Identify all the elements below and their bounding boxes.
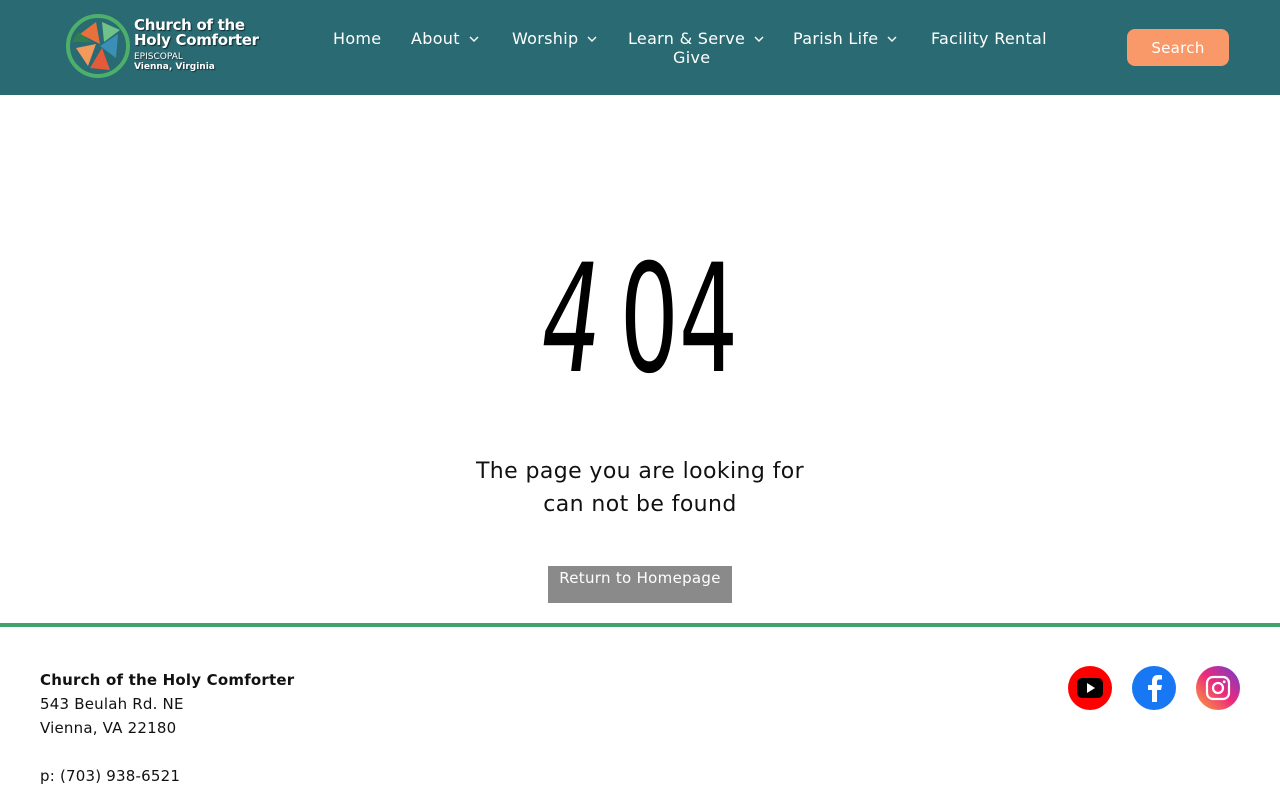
error-code-digits: 04 bbox=[619, 233, 739, 407]
facebook-icon bbox=[1148, 675, 1162, 702]
nav-facility-rental[interactable]: Facility Rental bbox=[931, 29, 1047, 48]
nav-parish-life[interactable]: Parish Life bbox=[793, 29, 898, 48]
nav-worship-label: Worship bbox=[512, 29, 579, 48]
chevron-down-icon bbox=[587, 36, 597, 42]
footer-address-line2: Vienna, VA 22180 bbox=[40, 719, 177, 737]
site-header: Church of the Holy Comforter EPISCOPAL V… bbox=[0, 0, 1280, 95]
error-code-digit: 4 bbox=[541, 233, 602, 407]
chevron-down-icon bbox=[469, 36, 479, 42]
error-message-line2: can not be found bbox=[543, 492, 737, 517]
nav-home[interactable]: Home bbox=[333, 29, 381, 48]
facebook-link[interactable] bbox=[1132, 666, 1176, 710]
error-message-line1: The page you are looking for bbox=[475, 459, 805, 484]
nav-parish-life-label: Parish Life bbox=[793, 29, 879, 48]
nav-learn-serve[interactable]: Learn & Serve bbox=[628, 29, 765, 48]
error-code: 4 04 bbox=[243, 245, 1037, 395]
youtube-icon bbox=[1077, 678, 1103, 698]
logo-sub-line1: EPISCOPAL bbox=[134, 52, 183, 62]
nav-give[interactable]: Give bbox=[673, 48, 710, 67]
footer-divider bbox=[0, 623, 1280, 627]
nav-worship[interactable]: Worship bbox=[512, 29, 598, 48]
window-emblem-icon bbox=[66, 14, 130, 78]
nav-about[interactable]: About bbox=[411, 29, 480, 48]
instagram-icon bbox=[1205, 675, 1231, 701]
return-home-button[interactable]: Return to Homepage bbox=[548, 566, 732, 603]
nav-about-label: About bbox=[411, 29, 460, 48]
nav-home-label: Home bbox=[333, 29, 382, 48]
chevron-down-icon bbox=[887, 36, 897, 42]
error-message: The page you are looking for can not be … bbox=[440, 455, 840, 521]
footer-church-name: Church of the Holy Comforter bbox=[40, 671, 295, 689]
footer-phone[interactable]: p: (703) 938-6521 bbox=[40, 764, 294, 788]
search-button[interactable]: Search bbox=[1127, 29, 1229, 66]
nav-facility-rental-label: Facility Rental bbox=[931, 29, 1047, 48]
footer-address-line1: 543 Beulah Rd. NE bbox=[40, 695, 184, 713]
chevron-down-icon bbox=[754, 36, 764, 42]
footer-address: Church of the Holy Comforter 543 Beulah … bbox=[40, 668, 294, 788]
logo-title-line2: Holy Comforter bbox=[134, 31, 259, 49]
youtube-link[interactable] bbox=[1068, 666, 1112, 710]
instagram-link[interactable] bbox=[1196, 666, 1240, 710]
logo-sub-line2: Vienna, Virginia bbox=[134, 62, 215, 72]
church-logo[interactable]: Church of the Holy Comforter EPISCOPAL V… bbox=[66, 14, 276, 78]
nav-learn-serve-label: Learn & Serve bbox=[628, 29, 746, 48]
